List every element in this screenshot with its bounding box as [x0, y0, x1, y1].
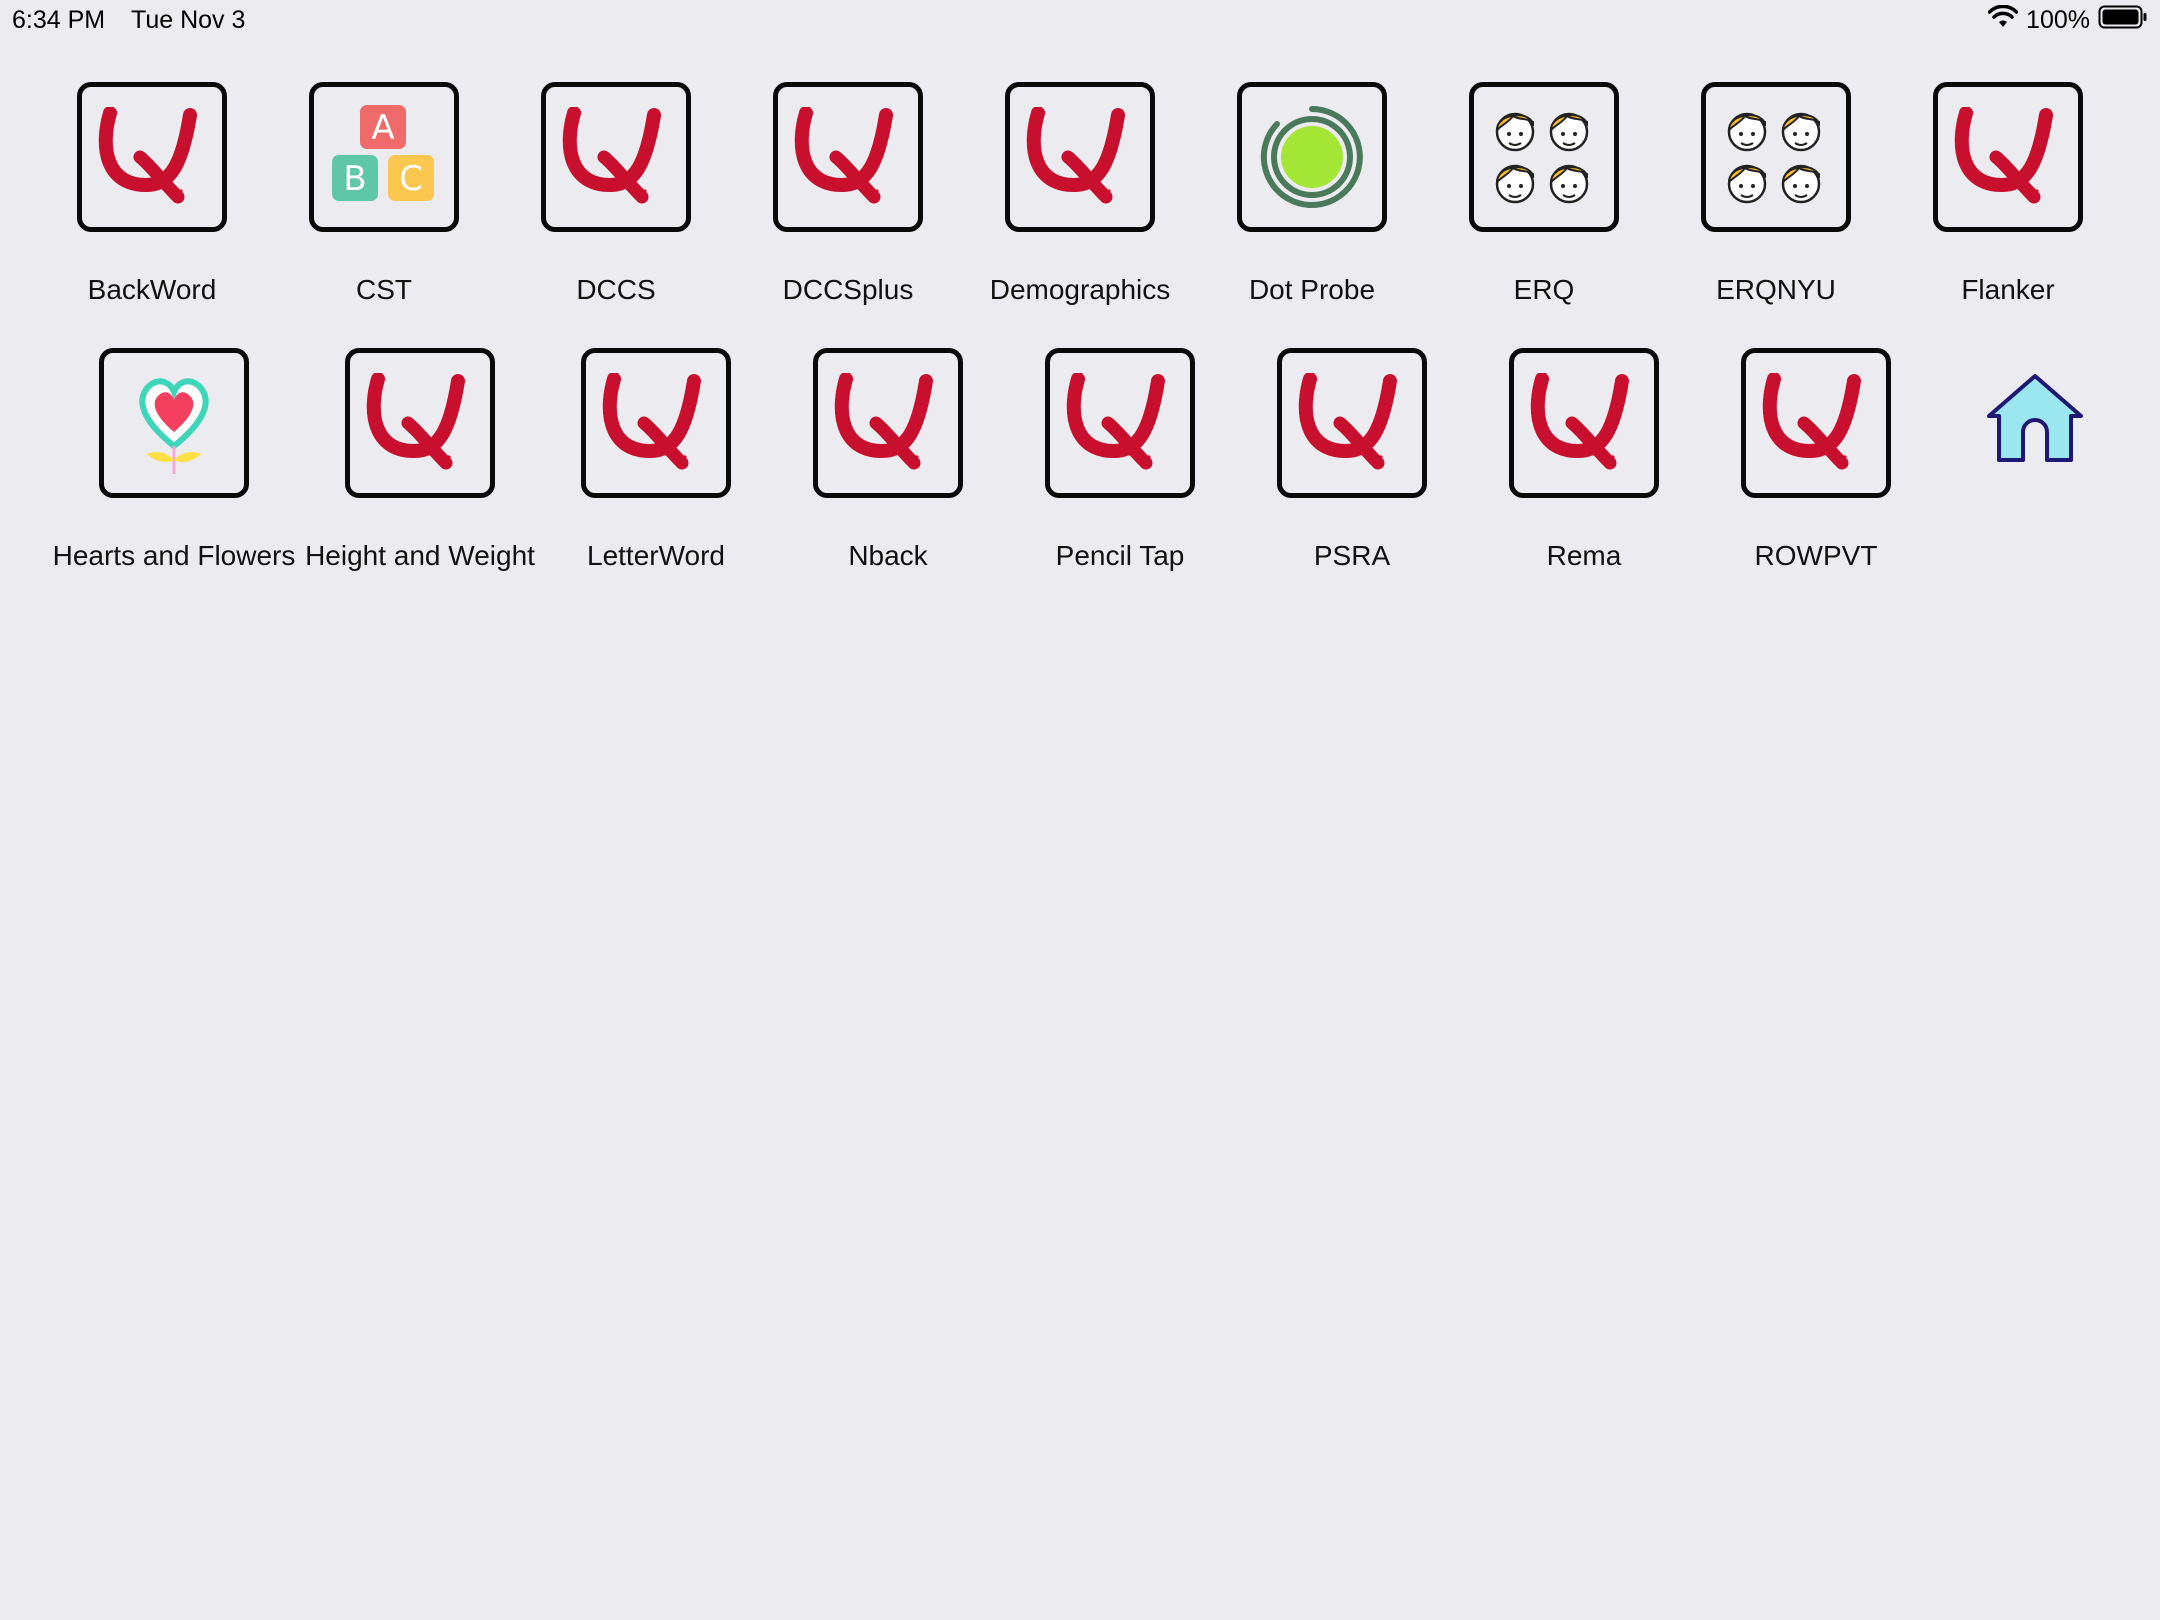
app-label: Height and Weight: [305, 540, 535, 571]
app-tile[interactable]: [1965, 348, 2105, 488]
q-logo-icon: [1064, 373, 1176, 473]
heart-flower-icon: [129, 368, 219, 478]
app-label: BackWord: [87, 274, 217, 305]
home-icon: [1983, 370, 2087, 466]
q-logo-icon: [364, 373, 476, 473]
q-logo-icon: [560, 107, 672, 207]
q-logo-icon: [1952, 107, 2064, 207]
app-label: CST: [356, 274, 412, 305]
q-logo-icon: [600, 373, 712, 473]
app-rowpvt[interactable]: ROWPVT: [1741, 348, 1981, 598]
q-logo-icon: [1024, 107, 1136, 207]
app-tile[interactable]: [541, 82, 691, 232]
app-tile[interactable]: [1045, 348, 1195, 498]
svg-text:C: C: [399, 159, 423, 199]
app-label: ERQ: [1513, 274, 1575, 305]
abc-blocks-icon: A B C: [326, 99, 442, 215]
app-tile[interactable]: [813, 348, 963, 498]
svg-text:B: B: [343, 159, 366, 199]
app-tile[interactable]: [1469, 82, 1619, 232]
app-label: ERQNYU: [1716, 274, 1836, 305]
app-tile[interactable]: [99, 348, 249, 498]
app-home[interactable]: [1965, 348, 2160, 598]
app-tile[interactable]: [1277, 348, 1427, 498]
app-tile[interactable]: [1237, 82, 1387, 232]
q-logo-icon: [1760, 373, 1872, 473]
app-tile[interactable]: [1005, 82, 1155, 232]
app-tile[interactable]: [773, 82, 923, 232]
q-logo-icon: [1528, 373, 1640, 473]
app-label: ROWPVT: [1754, 540, 1878, 571]
app-label: Flanker: [1961, 274, 2055, 305]
app-label: Demographics: [989, 274, 1171, 305]
app-label: Nback: [848, 540, 928, 571]
q-logo-icon: [792, 107, 904, 207]
app-label: Pencil Tap: [1055, 540, 1185, 571]
app-label: DCCS: [576, 274, 656, 305]
faces-icon: [1721, 102, 1831, 212]
app-label: Rema: [1546, 540, 1622, 571]
app-tile[interactable]: [1933, 82, 2083, 232]
faces-icon: [1489, 102, 1599, 212]
app-grid: BackWord A B C CST DCCS DCCSplus Demogra…: [0, 0, 2160, 1620]
app-tile[interactable]: [1741, 348, 1891, 498]
svg-text:A: A: [371, 108, 394, 148]
app-label: LetterWord: [587, 540, 725, 571]
app-tile[interactable]: [1701, 82, 1851, 232]
app-label: DCCSplus: [782, 274, 914, 305]
app-tile[interactable]: A B C: [309, 82, 459, 232]
app-label: Hearts and Flowers: [52, 540, 296, 571]
app-tile[interactable]: [345, 348, 495, 498]
q-logo-icon: [1296, 373, 1408, 473]
app-flanker[interactable]: Flanker: [1933, 82, 2160, 332]
app-tile[interactable]: [77, 82, 227, 232]
q-logo-icon: [832, 373, 944, 473]
app-tile[interactable]: [581, 348, 731, 498]
app-label: Dot Probe: [1248, 274, 1376, 305]
app-tile[interactable]: [1509, 348, 1659, 498]
q-logo-icon: [96, 107, 208, 207]
target-dot-icon: [1257, 102, 1367, 212]
app-label: PSRA: [1313, 540, 1391, 571]
